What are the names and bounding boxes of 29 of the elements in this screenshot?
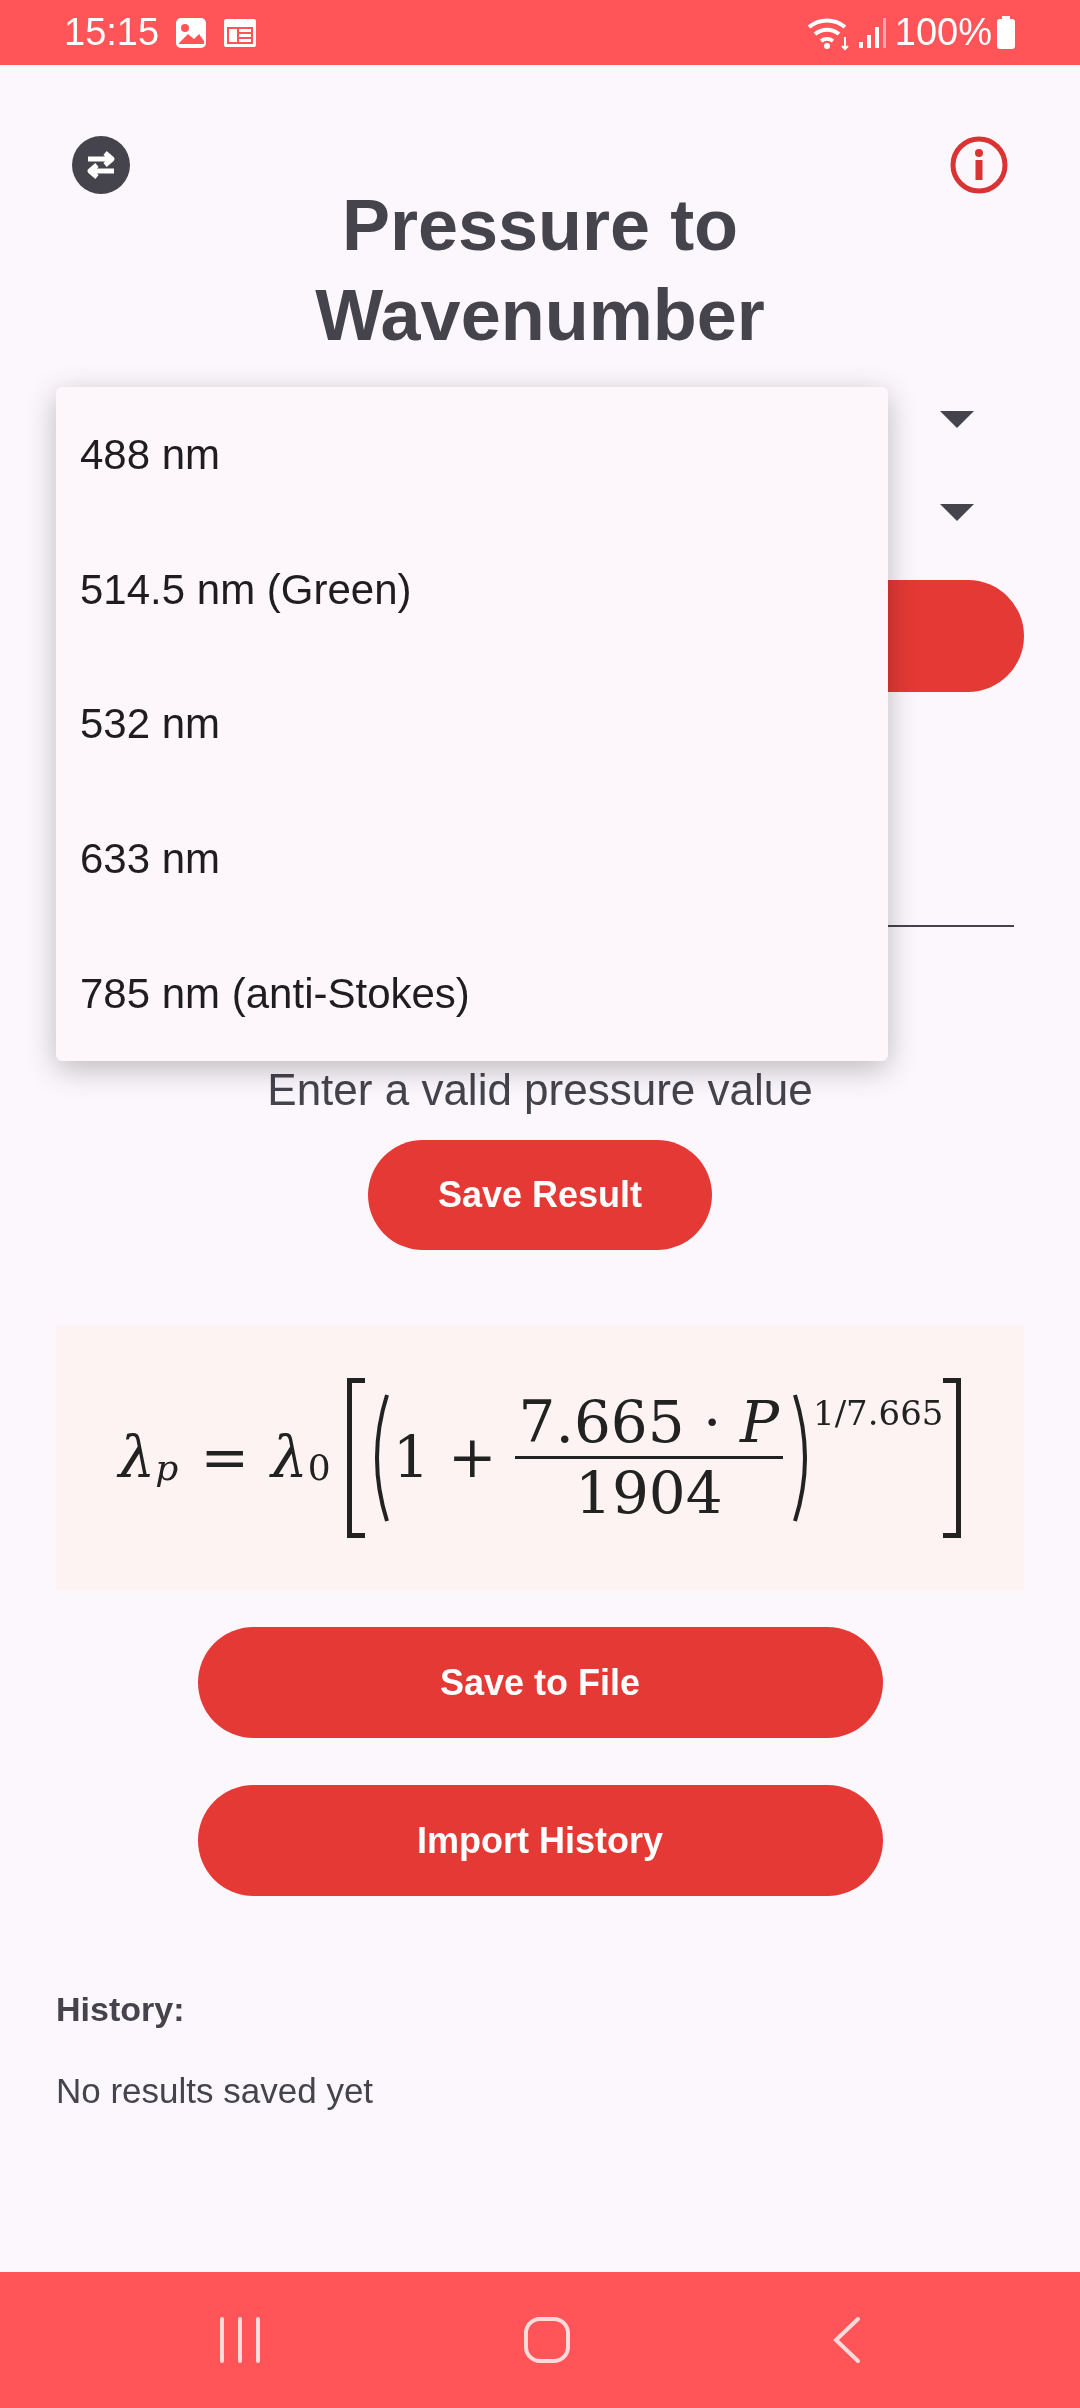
right-parenthesis-icon <box>793 1392 807 1523</box>
battery-percent: 100% <box>894 10 992 55</box>
menu-item[interactable]: 488 nm <box>56 387 888 522</box>
battery-icon <box>996 15 1016 50</box>
dropdown-caret-icon[interactable] <box>940 411 974 429</box>
info-icon[interactable] <box>950 136 1008 194</box>
history-empty-text: No results saved yet <box>56 2070 375 2112</box>
import-history-button[interactable]: Import History <box>197 1785 883 1896</box>
swap-icon[interactable] <box>72 136 130 194</box>
save-to-file-button[interactable]: Save to File <box>197 1627 883 1738</box>
home-icon[interactable] <box>523 2316 571 2364</box>
image-icon <box>175 16 208 49</box>
back-icon[interactable] <box>832 2316 862 2364</box>
menu-item[interactable]: 532 nm <box>56 656 888 792</box>
signal-icon <box>856 15 887 50</box>
menu-item[interactable]: 785 nm (anti-Stokes) <box>56 926 888 1061</box>
right-bracket-icon <box>943 1377 962 1538</box>
left-parenthesis-icon <box>374 1392 389 1523</box>
history-heading: History: <box>56 1989 186 2030</box>
page-title: Pressure to Wavenumber <box>314 184 766 357</box>
dropdown-caret-icon[interactable] <box>940 503 974 522</box>
calendar-icon <box>223 16 258 49</box>
status-time: 15:15 <box>64 10 160 55</box>
recent-apps-icon[interactable] <box>218 2317 262 2363</box>
menu-item[interactable]: 633 nm <box>56 791 888 927</box>
menu-item[interactable]: 514.5 nm (Green) <box>56 521 888 657</box>
save-result-button[interactable]: Save Result <box>368 1140 712 1250</box>
error-text: Enter a valid pressure value <box>266 1065 814 1115</box>
left-bracket-icon <box>346 1377 365 1538</box>
